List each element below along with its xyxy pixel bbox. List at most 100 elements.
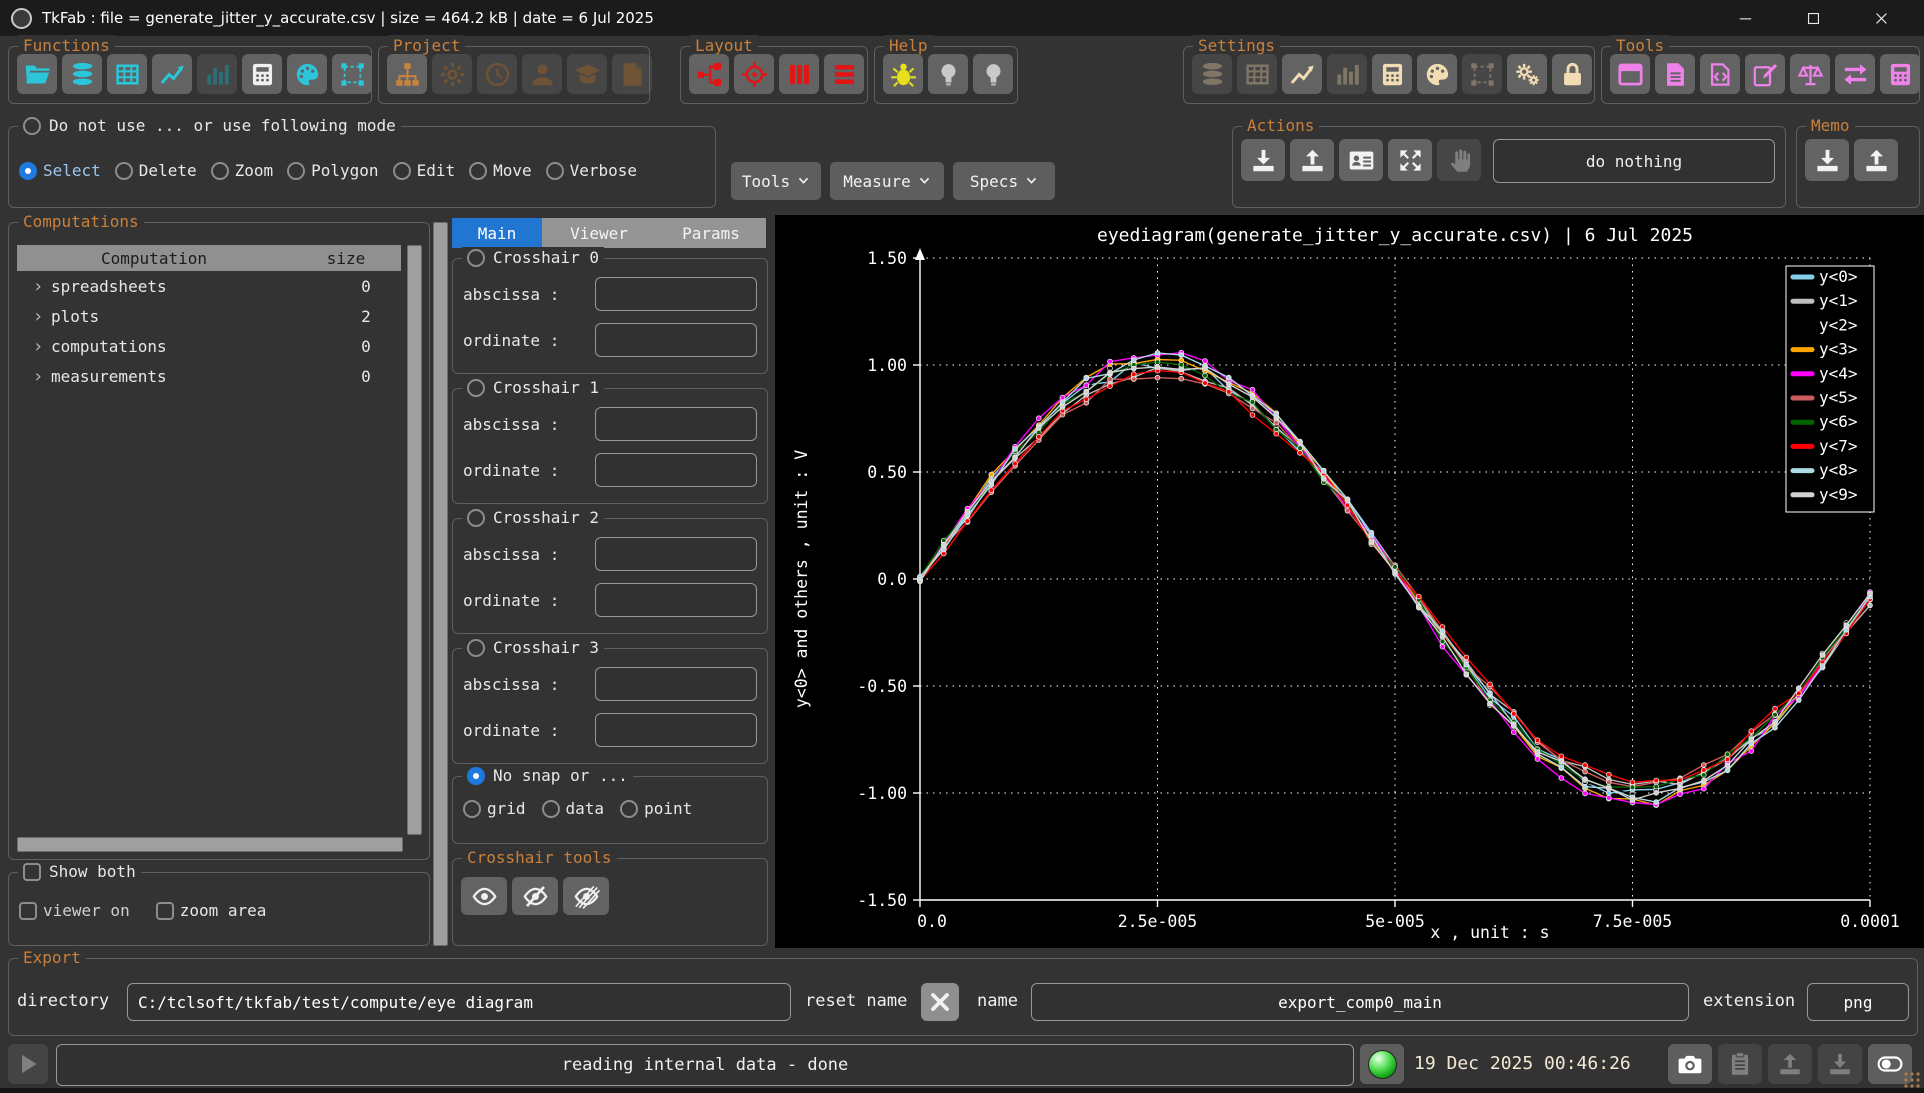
folder-open-icon[interactable] (17, 54, 57, 94)
chart-line-icon[interactable] (1282, 54, 1322, 94)
crosshair-3-radio[interactable] (467, 639, 485, 657)
do-not-use-radio[interactable] (23, 117, 41, 135)
download-icon[interactable] (1241, 139, 1285, 181)
crosshair-2-radio[interactable] (467, 509, 485, 527)
upload-icon[interactable] (1854, 139, 1898, 181)
camera-button[interactable] (1668, 1044, 1712, 1084)
mode-delete[interactable]: Delete (115, 161, 197, 180)
crosshair-1-radio[interactable] (467, 379, 485, 397)
hand-pointer-icon[interactable] (1437, 139, 1481, 181)
viewer-on-option[interactable]: viewer on (19, 901, 130, 920)
crosshair-0-ordinate-input[interactable] (595, 323, 757, 357)
chart-bar-icon[interactable] (1327, 54, 1367, 94)
expand-chevron-icon[interactable]: › (17, 336, 51, 357)
crosshair-0-abscissa-input[interactable] (595, 277, 757, 311)
crosshair-2-ordinate-input[interactable] (595, 583, 757, 617)
minimize-button[interactable] (1717, 0, 1773, 36)
layout-tree-icon[interactable] (689, 54, 729, 94)
crosshair-1-abscissa-input[interactable] (595, 407, 757, 441)
no-snap-radio[interactable] (467, 767, 485, 785)
maximize-button[interactable] (1785, 0, 1841, 36)
eye-slash-button[interactable] (512, 877, 558, 915)
tree-horizontal-scrollbar[interactable] (17, 837, 403, 852)
tab-main[interactable]: Main (452, 218, 542, 248)
gears-icon[interactable] (1507, 54, 1547, 94)
panel-vertical-scrollbar[interactable] (433, 222, 448, 946)
tree-row-spreadsheets[interactable]: ›spreadsheets0 (17, 271, 401, 301)
download-icon[interactable] (1805, 139, 1849, 181)
column-computation[interactable]: Computation (17, 249, 291, 268)
database-icon[interactable] (1192, 54, 1232, 94)
extension-input[interactable]: png (1807, 983, 1909, 1021)
upload-icon[interactable] (1290, 139, 1334, 181)
clipboard-button[interactable] (1718, 1044, 1762, 1084)
org-tree-icon[interactable] (387, 54, 427, 94)
tree-header[interactable]: Computation size (17, 245, 401, 271)
lock-icon[interactable] (1552, 54, 1592, 94)
eye-diagram-plot[interactable]: eyediagram(generate_jitter_y_accurate.cs… (775, 215, 1924, 948)
database-icon[interactable] (62, 54, 102, 94)
measure-menubutton[interactable]: Measure (830, 162, 944, 200)
download-button[interactable] (1818, 1044, 1862, 1084)
do-nothing-button[interactable]: do nothing (1493, 139, 1775, 183)
bug-icon[interactable] (883, 54, 923, 94)
mode-select[interactable]: Select (19, 161, 101, 180)
chart-line-icon[interactable] (152, 54, 192, 94)
document-code-icon[interactable] (1700, 54, 1740, 94)
tools-menubutton[interactable]: Tools (731, 162, 821, 200)
tree-row-plots[interactable]: ›plots2 (17, 301, 401, 331)
swap-arrows-icon[interactable] (1835, 54, 1875, 94)
show-both-checkbox[interactable] (23, 863, 41, 881)
window-icon[interactable] (1610, 54, 1650, 94)
snap-data-option[interactable]: data (542, 799, 605, 818)
crosshair-3-abscissa-input[interactable] (595, 667, 757, 701)
close-button[interactable] (1853, 0, 1909, 36)
mode-verbose[interactable]: Verbose (546, 161, 637, 180)
snap-grid-option[interactable]: grid (463, 799, 526, 818)
tree-row-computations[interactable]: ›computations0 (17, 331, 401, 361)
eye-button[interactable] (461, 877, 507, 915)
mode-zoom[interactable]: Zoom (211, 161, 274, 180)
gear-icon[interactable] (432, 54, 472, 94)
crosshair-2-abscissa-input[interactable] (595, 537, 757, 571)
tree-row-measurements[interactable]: ›measurements0 (17, 361, 401, 391)
document-icon[interactable] (1655, 54, 1695, 94)
mode-move[interactable]: Move (469, 161, 532, 180)
viewer-on-checkbox[interactable] (19, 902, 37, 920)
calculator-icon[interactable] (1372, 54, 1412, 94)
export-name-input[interactable]: export_comp0_main (1031, 983, 1689, 1021)
bulb-icon[interactable] (973, 54, 1013, 94)
clock-icon[interactable] (477, 54, 517, 94)
rows-icon[interactable] (824, 54, 864, 94)
id-card-icon[interactable] (1339, 139, 1383, 181)
run-button[interactable] (8, 1044, 48, 1084)
status-led-button[interactable] (1360, 1044, 1404, 1084)
expand-chevron-icon[interactable]: › (17, 276, 51, 297)
mode-polygon[interactable]: Polygon (287, 161, 378, 180)
selection-icon[interactable] (1462, 54, 1502, 94)
eye-hidden-button[interactable] (563, 877, 609, 915)
bulb-icon[interactable] (928, 54, 968, 94)
snap-point-option[interactable]: point (620, 799, 692, 818)
crosshair-0-radio[interactable] (467, 249, 485, 267)
table-icon[interactable] (107, 54, 147, 94)
expand-chevron-icon[interactable]: › (17, 366, 51, 387)
edit-icon[interactable] (1745, 54, 1785, 94)
upload-button[interactable] (1768, 1044, 1812, 1084)
tab-viewer[interactable]: Viewer (542, 218, 656, 248)
resize-grip[interactable] (1903, 1071, 1921, 1089)
expand-arrows-icon[interactable] (1388, 139, 1432, 181)
crosshair-3-ordinate-input[interactable] (595, 713, 757, 747)
zoom-area-checkbox[interactable] (156, 902, 174, 920)
mode-edit[interactable]: Edit (393, 161, 456, 180)
note-icon[interactable] (612, 54, 652, 94)
scales-icon[interactable] (1790, 54, 1830, 94)
column-size[interactable]: size (291, 249, 401, 268)
palette-icon[interactable] (287, 54, 327, 94)
graduation-cap-icon[interactable] (567, 54, 607, 94)
calculator-icon[interactable] (1880, 54, 1920, 94)
chart-bar-icon[interactable] (197, 54, 237, 94)
expand-chevron-icon[interactable]: › (17, 306, 51, 327)
crosshair-1-ordinate-input[interactable] (595, 453, 757, 487)
columns-icon[interactable] (779, 54, 819, 94)
